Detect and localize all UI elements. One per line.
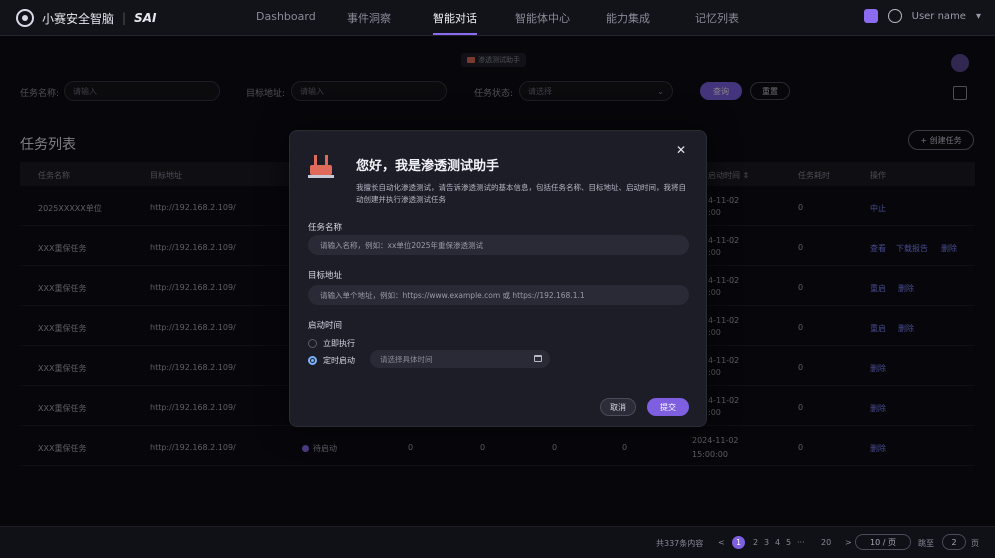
pentest-assistant-icon xyxy=(308,155,334,179)
goto-suffix: 页 xyxy=(971,539,979,548)
nav-dashboard[interactable]: Dashboard xyxy=(256,10,316,23)
total-count: 共337条内容 xyxy=(656,539,704,548)
prev-page-icon[interactable]: < xyxy=(718,538,725,547)
page-1[interactable]: 1 xyxy=(732,536,745,549)
radio-unchecked-icon xyxy=(308,339,317,348)
goto-label: 跳至 xyxy=(918,539,934,548)
page-size-select[interactable]: 10 / 页 xyxy=(855,534,911,550)
task-name-input[interactable]: 请输入名称，例如：xx单位2025年重保渗透测试 xyxy=(308,235,689,255)
logo-icon xyxy=(16,9,34,27)
app-logo[interactable]: 小赛安全智脑 | SAI xyxy=(16,9,156,27)
dialog-title: 您好，我是渗透测试助手 xyxy=(356,159,500,174)
icon-base xyxy=(308,175,334,178)
user-avatar-icon[interactable] xyxy=(887,9,902,23)
date-placeholder: 请选择具体时间 xyxy=(380,354,433,364)
next-page-icon[interactable]: > xyxy=(845,538,852,547)
pagination-bar: 共337条内容 < 1 2 3 4 5 ··· 20 > 10 / 页 跳至 2… xyxy=(0,526,995,558)
app-name: 小赛安全智脑 xyxy=(42,11,115,26)
nav-active-underline xyxy=(433,33,477,35)
app-brand: SAI xyxy=(134,11,157,25)
icon-top xyxy=(314,155,328,165)
logo-separator: | xyxy=(122,11,127,25)
nav-memory-list[interactable]: 记忆列表 xyxy=(695,10,739,26)
target-input[interactable]: 请输入单个地址，例如：https://www.example.com 或 htt… xyxy=(308,285,689,305)
dialog-description: 我擅长自动化渗透测试，请告诉渗透测试的基本信息，包括任务名称、目标地址、启动时间… xyxy=(356,183,686,204)
user-name[interactable]: User name xyxy=(912,11,966,22)
nav-agent-center[interactable]: 智能体中心 xyxy=(515,10,570,26)
page-2[interactable]: 2 xyxy=(753,538,758,547)
target-label: 目标地址 xyxy=(308,271,343,281)
top-bar: 小赛安全智脑 | SAI Dashboard 事件洞察 智能对话 智能体中心 能… xyxy=(0,0,995,36)
notification-icon[interactable] xyxy=(863,9,878,23)
nav-smart-chat[interactable]: 智能对话 xyxy=(433,10,477,26)
target-placeholder: 请输入单个地址，例如：https://www.example.com 或 htt… xyxy=(320,290,585,300)
icon-body xyxy=(310,165,332,175)
radio-run-now[interactable]: 立即执行 xyxy=(308,338,355,349)
page-20[interactable]: 20 xyxy=(821,538,831,547)
task-name-label: 任务名称 xyxy=(308,223,343,233)
scheduled-label: 定时启动 xyxy=(323,356,355,365)
close-icon[interactable]: ✕ xyxy=(676,143,686,157)
task-name-placeholder: 请输入名称，例如：xx单位2025年重保渗透测试 xyxy=(320,240,483,250)
page-3[interactable]: 3 xyxy=(764,538,769,547)
cancel-button[interactable]: 取消 xyxy=(600,398,636,416)
nav-capability-integration[interactable]: 能力集成 xyxy=(606,10,650,26)
submit-button[interactable]: 提交 xyxy=(647,398,689,416)
goto-page-input[interactable]: 2 xyxy=(942,534,966,550)
user-menu-chevron-icon[interactable]: ▾ xyxy=(976,11,981,22)
start-time-label: 启动时间 xyxy=(308,321,343,331)
run-now-label: 立即执行 xyxy=(323,339,355,348)
page-5[interactable]: 5 xyxy=(786,538,791,547)
schedule-date-picker[interactable]: 请选择具体时间 xyxy=(370,350,550,368)
radio-checked-icon xyxy=(308,356,317,365)
create-task-dialog: ✕ 您好，我是渗透测试助手 我擅长自动化渗透测试，请告诉渗透测试的基本信息，包括… xyxy=(289,130,707,427)
nav-event-insight[interactable]: 事件洞察 xyxy=(347,10,391,26)
page-ellipsis[interactable]: ··· xyxy=(797,538,805,547)
page-4[interactable]: 4 xyxy=(775,538,780,547)
calendar-icon xyxy=(534,355,542,362)
top-right-tools: User name ▾ xyxy=(863,9,981,23)
radio-scheduled[interactable]: 定时启动 xyxy=(308,355,355,366)
